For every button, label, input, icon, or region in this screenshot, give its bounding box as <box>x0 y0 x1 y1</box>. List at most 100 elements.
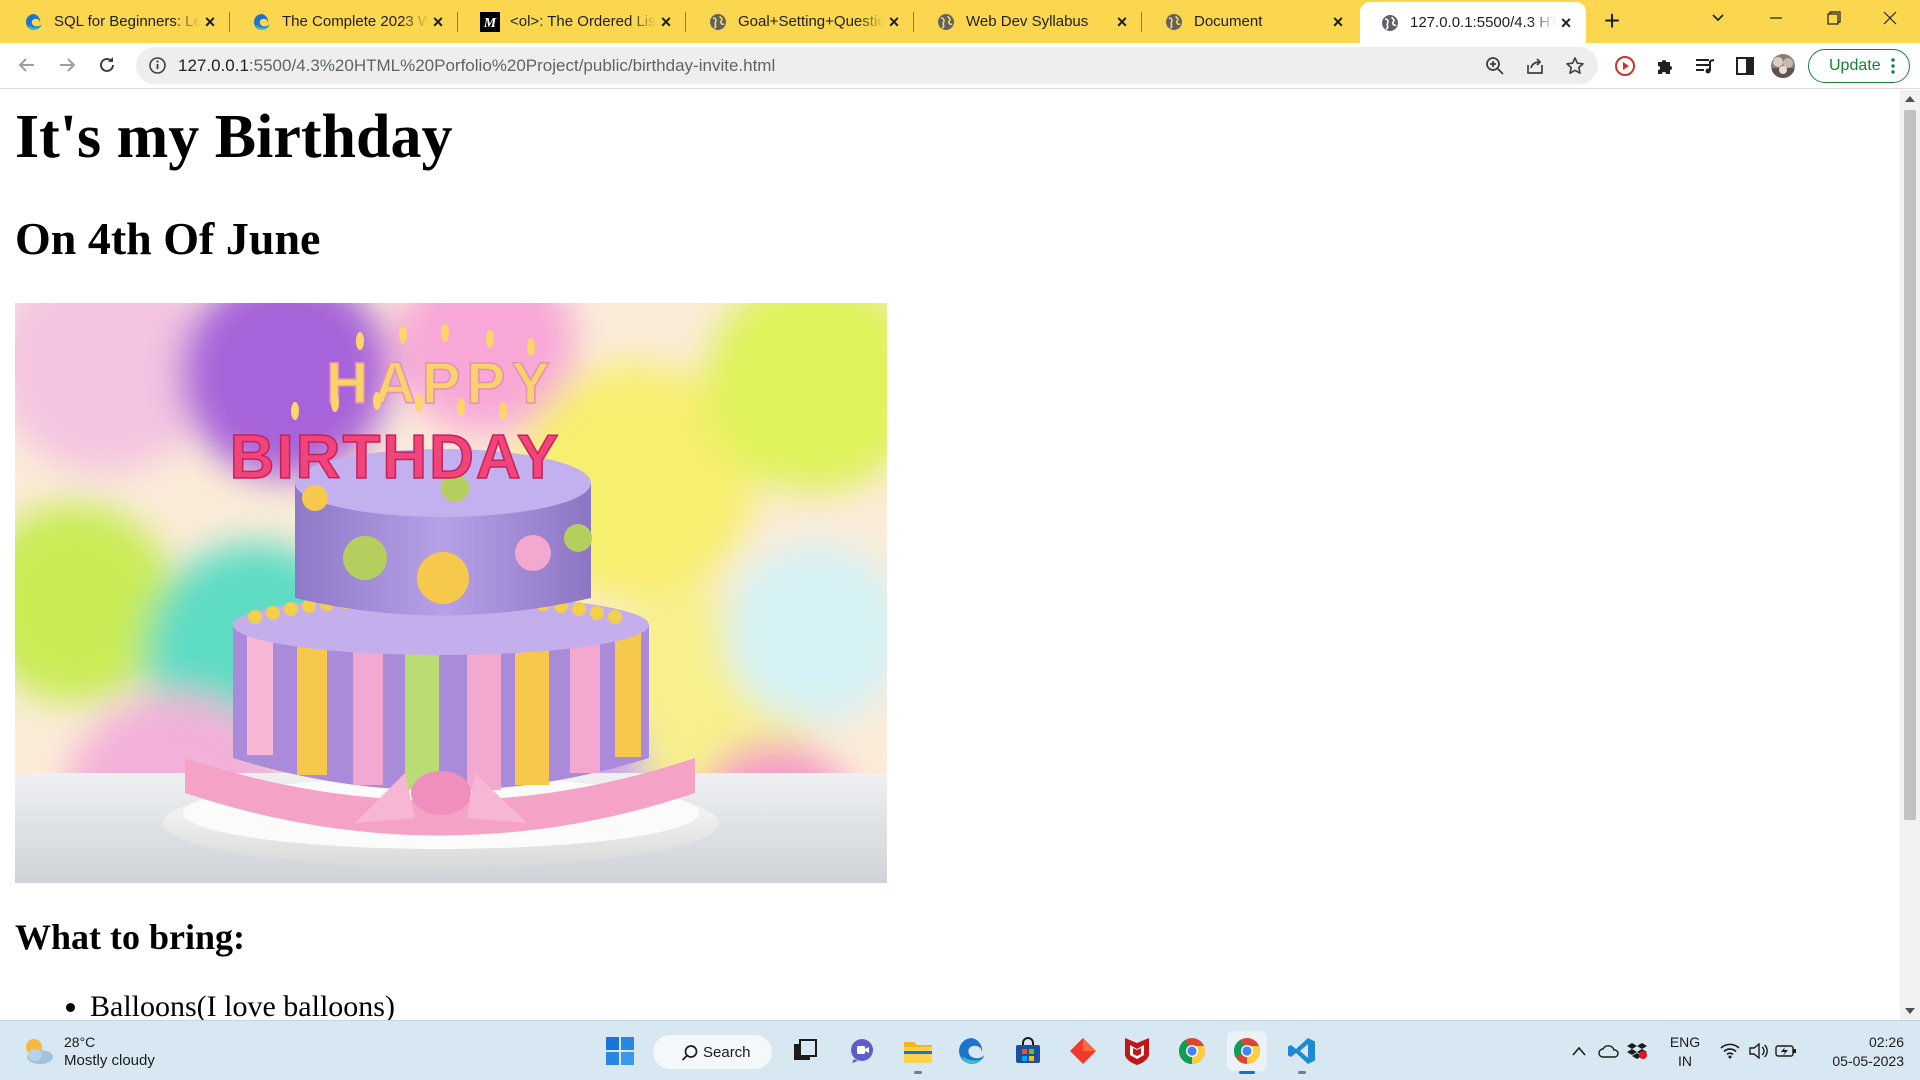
tab-separator <box>685 12 686 32</box>
new-tab-button[interactable]: + <box>1597 6 1627 36</box>
tab-ordered-list[interactable]: M <ol>: The Ordered List element × <box>460 0 686 43</box>
start-button[interactable] <box>600 1031 640 1071</box>
tab-document[interactable]: Document × <box>1144 0 1358 43</box>
extensions-puzzle-icon[interactable] <box>1652 53 1678 79</box>
tab-title: Web Dev Syllabus <box>966 13 1089 30</box>
tab-goal-setting[interactable]: Goal+Setting+Questions × <box>688 0 914 43</box>
close-icon[interactable]: × <box>656 12 676 32</box>
reload-icon <box>100 57 114 72</box>
restore-button[interactable] <box>1806 0 1862 38</box>
chrome-active-button[interactable] <box>1227 1031 1267 1074</box>
language-indicator[interactable]: ENG IN <box>1664 1033 1706 1071</box>
page-viewport: It's my Birthday On 4th Of June HAPPY BI… <box>0 90 1900 1020</box>
clock-time: 02:26 <box>1868 1034 1904 1050</box>
browser-toolbar: 127.0.0.1:5500/4.3%20HTML%20Porfolio%20P… <box>0 43 1920 89</box>
side-panel-icon[interactable] <box>1732 53 1758 79</box>
chrome-button[interactable] <box>1172 1031 1212 1071</box>
globe-icon <box>708 12 728 32</box>
teams-chat-button[interactable] <box>842 1031 882 1071</box>
happy-birthday-candles: HAPPY <box>326 351 556 416</box>
close-window-button[interactable] <box>1862 0 1918 38</box>
share-icon[interactable] <box>1524 55 1546 77</box>
wifi-icon <box>1720 1043 1740 1059</box>
chrome-icon <box>1178 1038 1205 1065</box>
close-icon[interactable]: × <box>884 12 904 32</box>
speaker-icon <box>1749 1043 1768 1059</box>
app-button-red-diamond[interactable] <box>1063 1031 1103 1071</box>
edge-icon <box>959 1038 985 1064</box>
language-label: ENG <box>1669 1034 1701 1050</box>
tab-title: The Complete 2023 Web Development <box>282 13 428 30</box>
tab-title: 127.0.0.1:5500/4.3 HTML Portfolio <box>1410 14 1556 31</box>
partly-cloudy-icon <box>26 1039 53 1064</box>
close-icon[interactable]: × <box>200 12 220 32</box>
running-indicator <box>1298 1071 1306 1074</box>
close-icon[interactable]: × <box>428 12 448 32</box>
wifi-button[interactable] <box>1716 1031 1744 1071</box>
restore-icon <box>1827 11 1841 25</box>
arrow-left-icon <box>18 58 34 72</box>
tab-sql[interactable]: SQL for Beginners: Learn SQL × <box>4 0 230 43</box>
close-icon[interactable]: × <box>1112 12 1132 32</box>
info-icon[interactable] <box>148 56 167 75</box>
task-view-button[interactable] <box>785 1031 825 1071</box>
store-icon <box>1016 1037 1040 1063</box>
volume-button[interactable] <box>1744 1031 1772 1071</box>
tab-strip: SQL for Beginners: Learn SQL × The Compl… <box>0 0 1920 43</box>
reload-button[interactable] <box>92 50 122 80</box>
back-button[interactable] <box>12 50 42 80</box>
search-icon <box>681 1045 698 1061</box>
star-icon[interactable] <box>1564 55 1586 77</box>
tab-web-development[interactable]: The Complete 2023 Web Development × <box>232 0 458 43</box>
edge-favicon-icon <box>24 12 44 32</box>
scroll-down-arrow[interactable] <box>1905 1008 1915 1014</box>
onedrive-button[interactable] <box>1594 1031 1624 1071</box>
tab-title: <ol>: The Ordered List element <box>510 13 656 30</box>
battery-button[interactable] <box>1772 1031 1800 1071</box>
update-button[interactable]: Update <box>1808 49 1910 83</box>
page-title: It's my Birthday <box>15 103 453 171</box>
svg-text:BIRTHDAY: BIRTHDAY <box>230 423 561 492</box>
birthday-cake-image: HAPPY BIRTHDAY <box>15 303 887 883</box>
scroll-up-arrow[interactable] <box>1905 96 1915 102</box>
weather-text: 28°C Mostly cloudy <box>64 1033 155 1070</box>
close-icon[interactable]: × <box>1328 12 1348 32</box>
show-hidden-icons-button[interactable] <box>1564 1031 1594 1071</box>
tab-separator <box>229 12 230 32</box>
chevron-up-icon <box>1572 1046 1586 1056</box>
zoom-icon[interactable] <box>1484 55 1506 77</box>
globe-icon <box>936 12 956 32</box>
windows-logo-icon <box>606 1037 634 1065</box>
clock-date: 05-05-2023 <box>1832 1053 1904 1069</box>
weather-widget[interactable]: 28°C Mostly cloudy <box>20 1031 155 1071</box>
dropbox-icon <box>1627 1043 1647 1059</box>
dropbox-tray-button[interactable] <box>1622 1031 1652 1071</box>
tab-web-dev-syllabus[interactable]: Web Dev Syllabus × <box>916 0 1142 43</box>
tab-title: Goal+Setting+Questions <box>738 13 884 30</box>
minimize-button[interactable] <box>1748 0 1804 38</box>
close-icon[interactable]: × <box>1556 13 1576 33</box>
record-extension-icon[interactable] <box>1612 53 1638 79</box>
running-indicator <box>914 1071 922 1074</box>
vertical-scrollbar[interactable] <box>1900 90 1920 1020</box>
scrollbar-thumb[interactable] <box>1904 110 1916 820</box>
tab-separator <box>457 12 458 32</box>
media-controls-icon[interactable] <box>1692 53 1718 79</box>
update-label: Update <box>1829 57 1881 74</box>
microsoft-store-button[interactable] <box>1008 1031 1048 1071</box>
tab-birthday-invite[interactable]: 127.0.0.1:5500/4.3 HTML Portfolio × <box>1360 2 1586 43</box>
minimize-icon <box>1770 17 1782 19</box>
address-bar[interactable]: 127.0.0.1:5500/4.3%20HTML%20Porfolio%20P… <box>136 47 1598 84</box>
file-explorer-button[interactable] <box>898 1031 938 1074</box>
forward-button[interactable] <box>52 50 82 80</box>
tab-separator <box>913 12 914 32</box>
avatar[interactable] <box>1770 53 1796 79</box>
more-vert-icon <box>1891 58 1895 74</box>
taskbar-search[interactable]: Search <box>652 1034 773 1070</box>
tab-title: SQL for Beginners: Learn SQL <box>54 13 200 30</box>
vscode-button[interactable] <box>1282 1031 1322 1074</box>
mcafee-button[interactable] <box>1117 1031 1157 1071</box>
edge-button[interactable] <box>952 1031 992 1071</box>
clock[interactable]: 02:26 05-05-2023 <box>1808 1033 1904 1071</box>
tab-search-button[interactable] <box>1690 0 1746 38</box>
